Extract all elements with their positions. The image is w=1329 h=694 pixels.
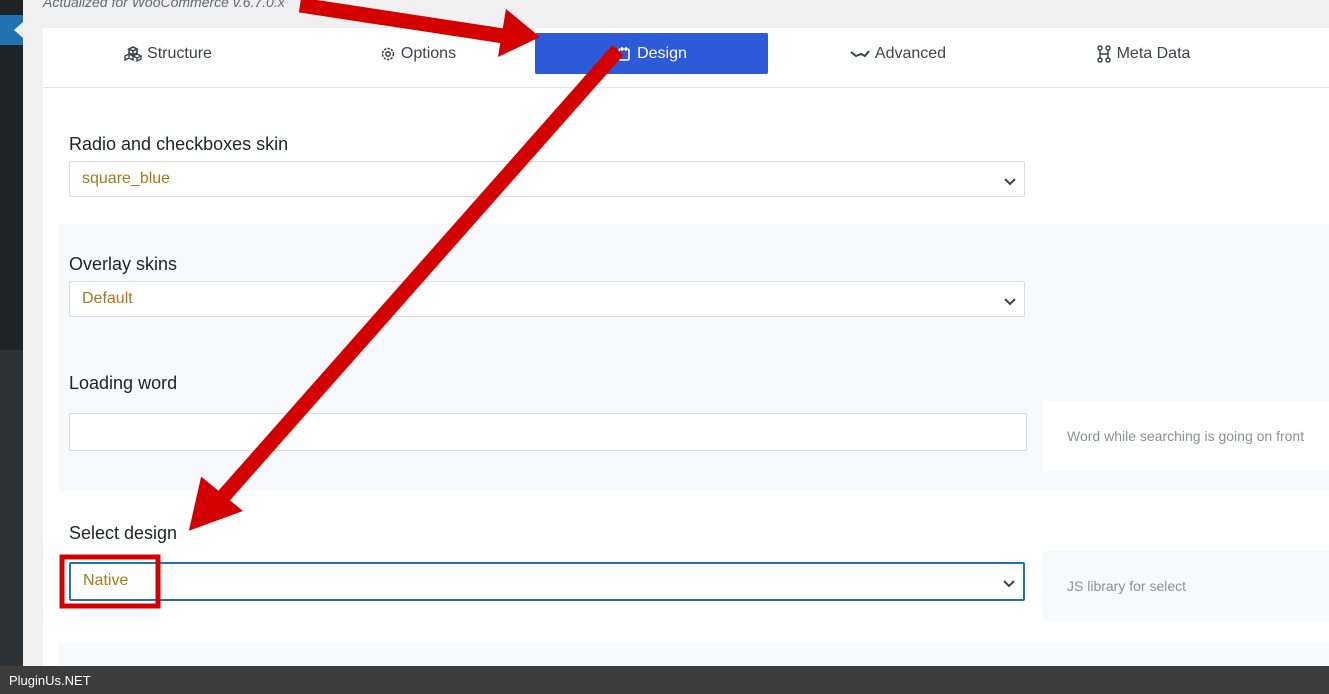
network-icon <box>1096 44 1112 63</box>
select-design-hint: JS library for select <box>1043 550 1329 622</box>
wave-icon <box>850 48 870 60</box>
tab-options[interactable]: Options <box>353 33 483 74</box>
radio-skin-value: square_blue <box>82 170 171 187</box>
overlay-skins-select[interactable]: Default <box>69 281 1025 317</box>
tab-structure[interactable]: Structure <box>103 33 233 74</box>
overlay-skins-label: Overlay skins <box>69 254 178 274</box>
tab-bar: Structure Options Design Advanced Meta D… <box>43 28 1329 88</box>
tab-options-label: Options <box>400 44 457 62</box>
loading-word-label: Loading word <box>69 373 178 393</box>
overlay-skins-value: Default <box>82 290 133 307</box>
tab-advanced-label: Advanced <box>874 44 947 62</box>
watermark-text: PluginUs.NET <box>9 672 91 688</box>
setting-row-select-design: Select design Native JS library for sele… <box>59 491 1329 643</box>
select-design-select[interactable]: Native <box>69 562 1025 601</box>
watermark-bar: PluginUs.NET <box>0 666 1329 694</box>
radio-skin-label: Radio and checkboxes skin <box>69 134 289 154</box>
radio-skin-select[interactable]: square_blue <box>69 161 1025 197</box>
setting-row-overlay-skins: Overlay skins Default <box>59 224 1329 339</box>
chevron-down-icon <box>1004 293 1016 311</box>
current-menu-arrow-icon <box>14 22 23 38</box>
chevron-down-icon <box>1003 575 1015 593</box>
tab-meta-data[interactable]: Meta Data <box>1073 33 1213 74</box>
actualized-note: Actualized for WooCommerce v.6.7.0.x <box>43 0 285 10</box>
loading-word-hint: Word while searching is going on front <box>1043 401 1329 471</box>
settings-panel: Structure Options Design Advanced Meta D… <box>43 28 1329 673</box>
page: Actualized for WooCommerce v.6.7.0.x Str… <box>0 0 1329 694</box>
tab-design[interactable]: Design <box>535 33 768 74</box>
paint-icon <box>616 46 632 62</box>
admin-sidebar[interactable] <box>0 0 23 694</box>
select-design-label: Select design <box>69 523 178 543</box>
loading-word-input[interactable] <box>69 413 1027 451</box>
chevron-down-icon <box>1004 173 1016 191</box>
tab-structure-label: Structure <box>147 44 212 62</box>
admin-sidebar-lower <box>0 350 23 694</box>
cubes-icon <box>124 45 143 62</box>
setting-row-radio-skin: Radio and checkboxes skin square_blue <box>59 116 1329 224</box>
gear-icon <box>380 46 396 62</box>
tab-design-label: Design <box>637 44 687 62</box>
tab-advanced[interactable]: Advanced <box>833 33 963 74</box>
setting-row-loading-word: Loading word Word while searching is goi… <box>59 339 1329 491</box>
tab-meta-data-label: Meta Data <box>1116 44 1191 62</box>
select-design-value: Native <box>83 572 129 589</box>
